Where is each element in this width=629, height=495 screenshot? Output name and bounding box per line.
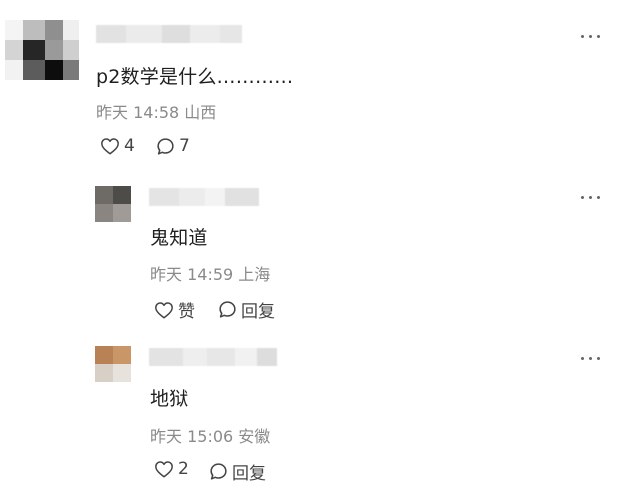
speech-bubble-icon <box>219 301 236 318</box>
reply-time: 昨天 15:06 <box>150 427 234 446</box>
like-label: 赞 <box>178 302 195 322</box>
heart-icon <box>155 301 173 319</box>
more-options-icon[interactable] <box>581 33 603 41</box>
reply-button[interactable]: 7 <box>156 136 190 156</box>
avatar[interactable] <box>5 20 79 80</box>
comment-location: 山西 <box>184 103 217 122</box>
reply-meta: 昨天 15:06 安徽 <box>150 423 270 447</box>
reply-location: 安徽 <box>238 427 271 446</box>
more-options-icon[interactable] <box>581 355 603 363</box>
avatar[interactable] <box>95 346 131 382</box>
like-button[interactable]: 2 <box>154 459 189 479</box>
username-blurred[interactable] <box>149 188 259 206</box>
comment-time: 昨天 14:58 <box>96 103 180 122</box>
comment-meta: 昨天 14:58 山西 <box>96 99 216 123</box>
speech-bubble-icon <box>210 463 227 480</box>
avatar[interactable] <box>95 186 131 222</box>
more-options-icon[interactable] <box>581 194 603 202</box>
reply-text: 地狱 <box>150 388 189 410</box>
reply-location: 上海 <box>238 265 271 284</box>
like-count: 2 <box>178 459 189 479</box>
reply-button[interactable]: 回复 <box>209 459 266 484</box>
like-count: 4 <box>124 136 135 156</box>
speech-bubble-icon <box>157 137 174 155</box>
like-button[interactable]: 4 <box>100 136 135 156</box>
like-button[interactable]: 赞 <box>154 297 195 322</box>
username-blurred[interactable] <box>96 25 242 43</box>
reply-label: 回复 <box>232 464 266 484</box>
comment-text: p2数学是什么………… <box>96 66 294 88</box>
heart-icon <box>101 138 119 155</box>
username-blurred[interactable] <box>149 348 277 366</box>
reply-count: 7 <box>179 136 190 156</box>
reply-time: 昨天 14:59 <box>150 265 234 284</box>
reply-text: 鬼知道 <box>150 227 208 249</box>
heart-icon <box>155 461 173 478</box>
reply-label: 回复 <box>241 302 275 322</box>
reply-meta: 昨天 14:59 上海 <box>150 261 270 285</box>
reply-button[interactable]: 回复 <box>218 297 275 322</box>
